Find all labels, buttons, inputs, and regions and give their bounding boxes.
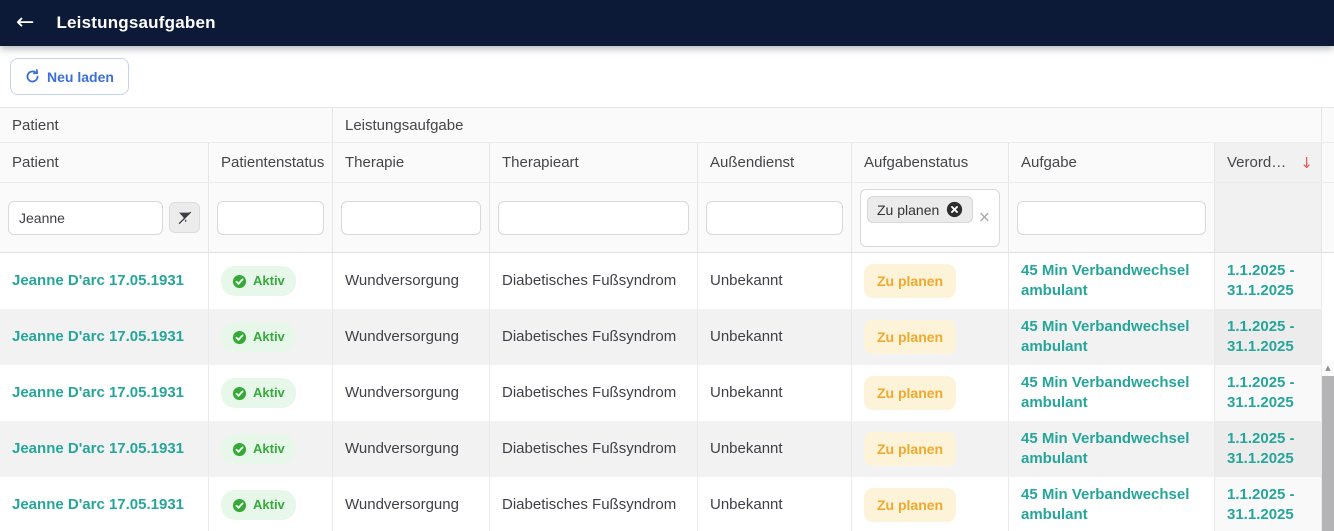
- verordnung-link[interactable]: 1.1.2025 - 31.1.2025: [1227, 373, 1321, 413]
- check-circle-icon: [232, 330, 247, 345]
- group-header-leistungsaufgabe: Leistungsaufgabe: [333, 108, 1322, 142]
- therapie-cell: Wundversorgung: [333, 477, 490, 531]
- column-header-aussendienst[interactable]: Außendienst: [698, 143, 852, 182]
- group-header-patient: Patient: [0, 108, 333, 142]
- top-navbar: ← Leistungsaufgaben: [0, 0, 1334, 46]
- patient-link[interactable]: Jeanne D'arc 17.05.1931: [12, 439, 184, 459]
- reload-button-label: Neu laden: [47, 69, 114, 85]
- patient-link[interactable]: Jeanne D'arc 17.05.1931: [12, 495, 184, 515]
- vertical-scrollbar: ▲: [1322, 360, 1334, 531]
- aufgabenstatus-badge: Zu planen: [864, 488, 956, 522]
- therapieart-cell: Diabetisches Fußsyndrom: [490, 477, 698, 531]
- check-circle-icon: [232, 498, 247, 513]
- therapieart-filter-input[interactable]: [498, 201, 689, 235]
- column-header-patientenstatus[interactable]: Patientenstatus: [209, 143, 333, 182]
- verordnung-link[interactable]: 1.1.2025 - 31.1.2025: [1227, 429, 1321, 469]
- chip-remove-icon[interactable]: [946, 201, 963, 218]
- table-row: Jeanne D'arc 17.05.1931 Aktiv Wundversor…: [0, 477, 1322, 531]
- patient-status-badge: Aktiv: [221, 322, 296, 352]
- therapieart-cell: Diabetisches Fußsyndrom: [490, 421, 698, 477]
- aussendienst-cell: Unbekannt: [698, 421, 852, 477]
- patient-link[interactable]: Jeanne D'arc 17.05.1931: [12, 383, 184, 403]
- aussendienst-cell: Unbekannt: [698, 253, 852, 309]
- filter-row: Zu planen ×: [0, 183, 1334, 253]
- aussendienst-cell: Unbekannt: [698, 477, 852, 531]
- check-circle-icon: [232, 442, 247, 457]
- aussendienst-cell: Unbekannt: [698, 365, 852, 421]
- table-row: Jeanne D'arc 17.05.1931 Aktiv Wundversor…: [0, 253, 1322, 309]
- table-body: Jeanne D'arc 17.05.1931 Aktiv Wundversor…: [0, 253, 1322, 531]
- verordnung-link[interactable]: 1.1.2025 - 31.1.2025: [1227, 317, 1321, 357]
- patient-status-badge: Aktiv: [221, 490, 296, 520]
- filter-slash-icon: [177, 210, 193, 226]
- therapie-cell: Wundversorgung: [333, 253, 490, 309]
- verordnung-filter-cell: [1215, 183, 1322, 252]
- patient-status-label: Aktiv: [253, 383, 285, 403]
- therapie-cell: Wundversorgung: [333, 309, 490, 365]
- column-header-aufgabe[interactable]: Aufgabe: [1009, 143, 1215, 182]
- scrollbar-up-arrow-icon[interactable]: ▲: [1322, 360, 1334, 375]
- patient-status-label: Aktiv: [253, 271, 285, 291]
- aufgabenstatus-badge: Zu planen: [864, 320, 956, 354]
- column-header-aufgabenstatus[interactable]: Aufgabenstatus: [852, 143, 1009, 182]
- aussendienst-cell: Unbekannt: [698, 309, 852, 365]
- patient-status-badge: Aktiv: [221, 266, 296, 296]
- aufgabe-filter-input[interactable]: [1017, 201, 1206, 235]
- aufgabe-link[interactable]: 45 Min Verbandwechsel ambulant: [1021, 317, 1214, 357]
- check-circle-icon: [232, 386, 247, 401]
- aufgabenstatus-badge: Zu planen: [864, 432, 956, 466]
- sort-descending-icon: ↓: [1300, 154, 1313, 172]
- aufgabenstatus-badge: Zu planen: [864, 264, 956, 298]
- reload-button[interactable]: Neu laden: [10, 58, 129, 95]
- scrollbar-thumb[interactable]: [1322, 376, 1334, 531]
- therapieart-cell: Diabetisches Fußsyndrom: [490, 309, 698, 365]
- aufgabenstatus-filter-multiselect[interactable]: Zu planen ×: [860, 189, 1000, 247]
- page-title: Leistungsaufgaben: [56, 13, 215, 33]
- patient-status-badge: Aktiv: [221, 378, 296, 408]
- group-header-row: Patient Leistungsaufgabe: [0, 107, 1334, 143]
- patient-status-label: Aktiv: [253, 495, 285, 515]
- aufgabe-link[interactable]: 45 Min Verbandwechsel ambulant: [1021, 373, 1214, 413]
- patient-status-badge: Aktiv: [221, 434, 296, 464]
- column-header-row: Patient Patientenstatus Therapie Therapi…: [0, 143, 1334, 183]
- aufgabe-link[interactable]: 45 Min Verbandwechsel ambulant: [1021, 429, 1214, 469]
- aufgabenstatus-filter-chip: Zu planen: [867, 196, 973, 223]
- table-row: Jeanne D'arc 17.05.1931 Aktiv Wundversor…: [0, 365, 1322, 421]
- patient-link[interactable]: Jeanne D'arc 17.05.1931: [12, 271, 184, 291]
- clear-filter-button[interactable]: [169, 202, 200, 233]
- aufgabe-link[interactable]: 45 Min Verbandwechsel ambulant: [1021, 485, 1214, 525]
- leistungsaufgaben-table: Patient Leistungsaufgabe Patient Patient…: [0, 107, 1334, 531]
- verordnung-link[interactable]: 1.1.2025 - 31.1.2025: [1227, 485, 1321, 525]
- column-header-therapie[interactable]: Therapie: [333, 143, 490, 182]
- check-circle-icon: [232, 274, 247, 289]
- column-header-verordnung-label: Verord…: [1227, 154, 1286, 171]
- patient-status-label: Aktiv: [253, 439, 285, 459]
- toolbar: Neu laden: [0, 46, 1334, 107]
- column-header-therapieart[interactable]: Therapieart: [490, 143, 698, 182]
- table-row: Jeanne D'arc 17.05.1931 Aktiv Wundversor…: [0, 309, 1322, 365]
- back-arrow-icon[interactable]: ←: [16, 12, 34, 34]
- aufgabe-link[interactable]: 45 Min Verbandwechsel ambulant: [1021, 261, 1214, 301]
- table-row: Jeanne D'arc 17.05.1931 Aktiv Wundversor…: [0, 421, 1322, 477]
- column-header-patient[interactable]: Patient: [0, 143, 209, 182]
- patient-status-label: Aktiv: [253, 327, 285, 347]
- chip-label: Zu planen: [877, 202, 939, 218]
- patient-filter-input[interactable]: [8, 201, 163, 235]
- patient-link[interactable]: Jeanne D'arc 17.05.1931: [12, 327, 184, 347]
- aufgabenstatus-badge: Zu planen: [864, 376, 956, 410]
- therapieart-cell: Diabetisches Fußsyndrom: [490, 365, 698, 421]
- aussendienst-filter-input[interactable]: [706, 201, 843, 235]
- therapieart-cell: Diabetisches Fußsyndrom: [490, 253, 698, 309]
- therapie-cell: Wundversorgung: [333, 365, 490, 421]
- multiselect-clear-icon[interactable]: ×: [979, 209, 990, 228]
- verordnung-link[interactable]: 1.1.2025 - 31.1.2025: [1227, 261, 1321, 301]
- column-header-verordnung[interactable]: Verord… ↓: [1215, 143, 1322, 182]
- patientenstatus-filter-input[interactable]: [217, 201, 324, 235]
- therapie-filter-input[interactable]: [341, 201, 481, 235]
- refresh-icon: [25, 69, 40, 84]
- therapie-cell: Wundversorgung: [333, 421, 490, 477]
